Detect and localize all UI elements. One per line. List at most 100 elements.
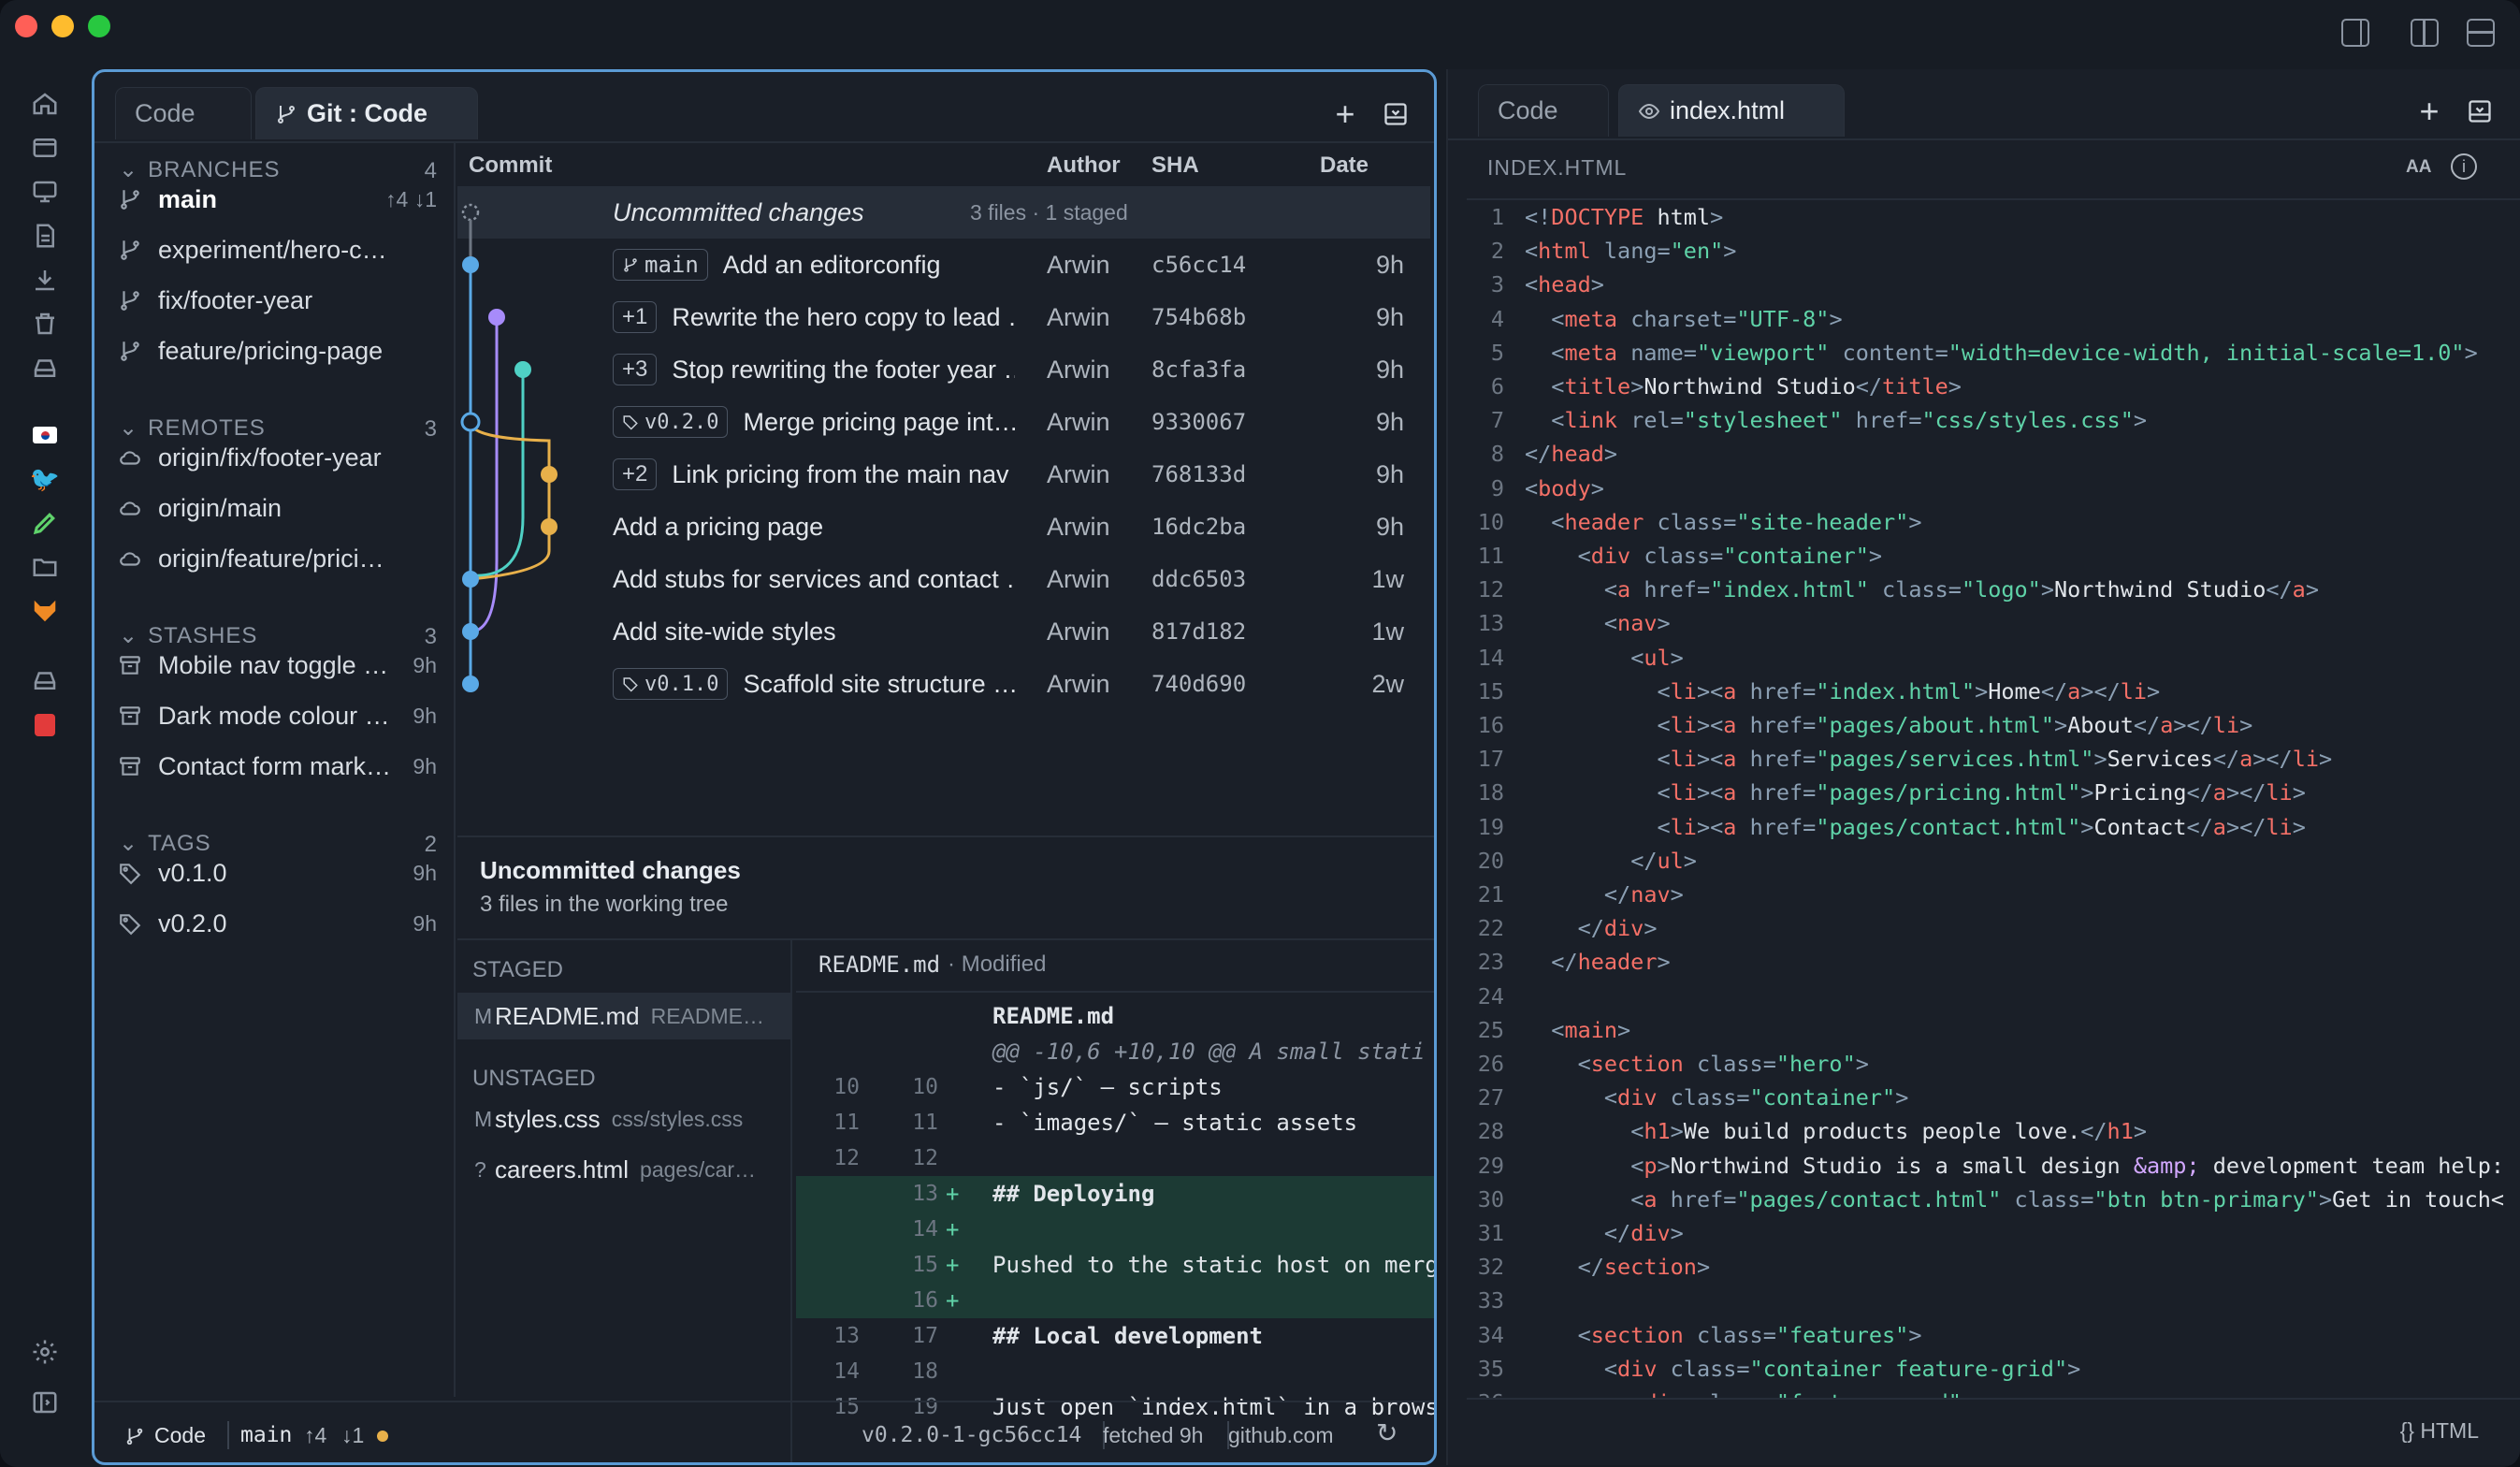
- tab-code[interactable]: Code: [115, 87, 252, 139]
- title-bar: [0, 0, 2520, 67]
- monitor-icon[interactable]: [31, 178, 59, 206]
- column-header-date[interactable]: Date: [1320, 153, 1369, 179]
- status-mode[interactable]: Code: [124, 1423, 206, 1448]
- code-line: 7 <link rel="stylesheet" href="css/style…: [1448, 403, 2147, 437]
- plus-icon[interactable]: +: [2413, 92, 2445, 130]
- plus-icon[interactable]: +: [1329, 94, 1361, 133]
- tab-label: Code: [1498, 96, 1558, 124]
- changed-file-row[interactable]: M README.md README…: [457, 993, 790, 1039]
- sidebar-item-branches[interactable]: fix/footer-year: [94, 276, 454, 325]
- toggle-sidebar-icon[interactable]: [2341, 19, 2369, 47]
- app-badge-icon[interactable]: [31, 711, 59, 739]
- commit-row[interactable]: +2 Link pricing from the main nav Arwin 768…: [457, 448, 1430, 501]
- code-line: 15 <li><a href="index.html">Home</a></li…: [1448, 675, 2161, 708]
- branch-icon: [275, 103, 297, 125]
- code-line: 2 <html lang="en">: [1448, 234, 1737, 268]
- sidebar-item-tags[interactable]: v0.2.0 9h: [94, 899, 454, 948]
- commit-sha: 8cfa3fa: [1151, 356, 1247, 383]
- line-number: 27: [1477, 1084, 1504, 1111]
- changed-file-row[interactable]: ? careers.html pages/car…: [457, 1146, 790, 1193]
- sidebar-item-branches[interactable]: main ↑4 ↓1: [94, 175, 454, 224]
- split-horizontal-icon[interactable]: [2467, 19, 2495, 47]
- bird-icon[interactable]: 🐦: [30, 465, 60, 493]
- commit-row[interactable]: v0.2.0 Merge pricing page int… Arwin 933006…: [457, 396, 1430, 448]
- code-text: <title>Northwind Studio</title>: [1551, 373, 1962, 399]
- panel-toggle-icon[interactable]: [1380, 98, 1412, 130]
- commit-row[interactable]: +1 Rewrite the hero copy to lead … Arwin 75…: [457, 291, 1430, 343]
- code-line: 28 <h1>We build products people love.</h…: [1448, 1114, 2147, 1148]
- old-line-number: 11: [833, 1111, 860, 1135]
- zoom-window-button[interactable]: [88, 15, 110, 37]
- fox-icon[interactable]: [31, 597, 59, 625]
- flag-icon[interactable]: [31, 421, 59, 449]
- status-branch[interactable]: main: [240, 1423, 292, 1447]
- commit-author: Arwin: [1047, 407, 1110, 436]
- tab-code-right[interactable]: Code: [1478, 84, 1609, 137]
- new-line-number: 14: [912, 1217, 938, 1242]
- inbox-icon[interactable]: [31, 666, 59, 694]
- commit-row[interactable]: Add stubs for services and contact … Arwi…: [457, 553, 1430, 605]
- pencil-icon[interactable]: [31, 509, 59, 537]
- line-number: 1: [1490, 204, 1504, 230]
- settings-gear-icon[interactable]: [31, 1338, 59, 1366]
- collapse-panel-icon[interactable]: [31, 1388, 59, 1416]
- font-size-button[interactable]: AA: [2406, 157, 2431, 178]
- sidebar-item-stashes[interactable]: Dark mode colour s… 9h: [94, 691, 454, 740]
- info-icon[interactable]: i: [2451, 153, 2477, 180]
- tab-index-html[interactable]: index.html: [1618, 84, 1845, 137]
- column-header-sha[interactable]: SHA: [1151, 153, 1199, 179]
- code-line: 34 <section class="features">: [1448, 1318, 1922, 1352]
- split-vertical-icon[interactable]: [2411, 19, 2439, 47]
- commit-row[interactable]: Add a pricing page Arwin 16dc2ba 9h: [457, 501, 1430, 553]
- code-line: 1 <!DOCTYPE html>: [1448, 200, 1723, 234]
- line-number: 6: [1490, 373, 1504, 399]
- code-line: 26 <section class="hero">: [1448, 1047, 1869, 1081]
- changed-file-row[interactable]: Mstyles.css css/styles.css: [457, 1096, 790, 1142]
- sidebar-item-stashes[interactable]: Mobile nav toggle (… 9h: [94, 641, 454, 690]
- code-text: <section class="features">: [1577, 1321, 1922, 1348]
- drive-icon[interactable]: [31, 354, 59, 382]
- panel-toggle-icon[interactable]: [2464, 95, 2496, 127]
- line-number: 9: [1490, 474, 1504, 501]
- code-text: </ul>: [1630, 847, 1697, 874]
- old-line-number: 10: [833, 1075, 860, 1099]
- code-editor[interactable]: 1 <!DOCTYPE html> 2 <html lang="en"> 3 <head>…: [1448, 200, 2520, 1398]
- commit-row[interactable]: +3 Stop rewriting the footer year … Arwin 8…: [457, 343, 1430, 396]
- code-text: <meta charset="UTF-8">: [1551, 305, 1843, 332]
- language-indicator[interactable]: {} HTML: [2400, 1418, 2479, 1444]
- commit-row[interactable]: v0.1.0 Scaffold site structure … Arwin 740d…: [457, 658, 1430, 710]
- tag-icon: [117, 910, 143, 937]
- minimize-window-button[interactable]: [51, 15, 74, 37]
- sidebar-item-branches[interactable]: feature/pricing-page: [94, 327, 454, 375]
- sidebar-item-remotes[interactable]: origin/main: [94, 484, 454, 532]
- trash-icon[interactable]: [31, 310, 59, 338]
- line-number: 25: [1477, 1016, 1504, 1043]
- sidebar-item-tags[interactable]: v0.1.0 9h: [94, 849, 454, 897]
- download-icon[interactable]: [31, 266, 59, 294]
- close-window-button[interactable]: [15, 15, 37, 37]
- sidebar-item-remotes[interactable]: origin/fix/footer-year: [94, 433, 454, 482]
- commit-row[interactable]: Add site-wide styles Arwin 817d182 1w: [457, 605, 1430, 658]
- code-text: <!DOCTYPE html>: [1525, 204, 1724, 230]
- code-text: <a href="index.html" class="logo">Northw…: [1603, 576, 2319, 603]
- browser-icon[interactable]: [31, 134, 59, 162]
- commit-row[interactable]: main Add an editorconfig Arwin c56cc14 9h: [457, 239, 1430, 291]
- sidebar-item-remotes[interactable]: origin/feature/pricing-…: [94, 534, 454, 583]
- diff-content: Pushed to the static host on merg: [992, 1252, 1435, 1278]
- refresh-icon[interactable]: ↻: [1376, 1417, 1398, 1448]
- uncommitted-meta: 3 files · 1 staged: [970, 199, 1128, 225]
- status-host[interactable]: github.com: [1228, 1423, 1334, 1448]
- sidebar-item-stashes[interactable]: Contact form mark… 9h: [94, 742, 454, 791]
- column-header-author[interactable]: Author: [1047, 153, 1121, 179]
- sidebar-item-branches[interactable]: experiment/hero-copy: [94, 225, 454, 274]
- folder-icon[interactable]: [31, 553, 59, 581]
- code-line: 24: [1448, 980, 1525, 1013]
- diff-content: README.md: [992, 1003, 1115, 1029]
- line-number: 24: [1477, 982, 1504, 1009]
- tab-git-code[interactable]: Git : Code: [255, 87, 478, 139]
- commit-message: Link pricing from the main nav: [672, 459, 1009, 488]
- home-icon[interactable]: [31, 90, 59, 118]
- cloud-icon: [117, 495, 143, 521]
- document-icon[interactable]: [31, 222, 59, 250]
- line-number: 32: [1477, 1254, 1504, 1281]
